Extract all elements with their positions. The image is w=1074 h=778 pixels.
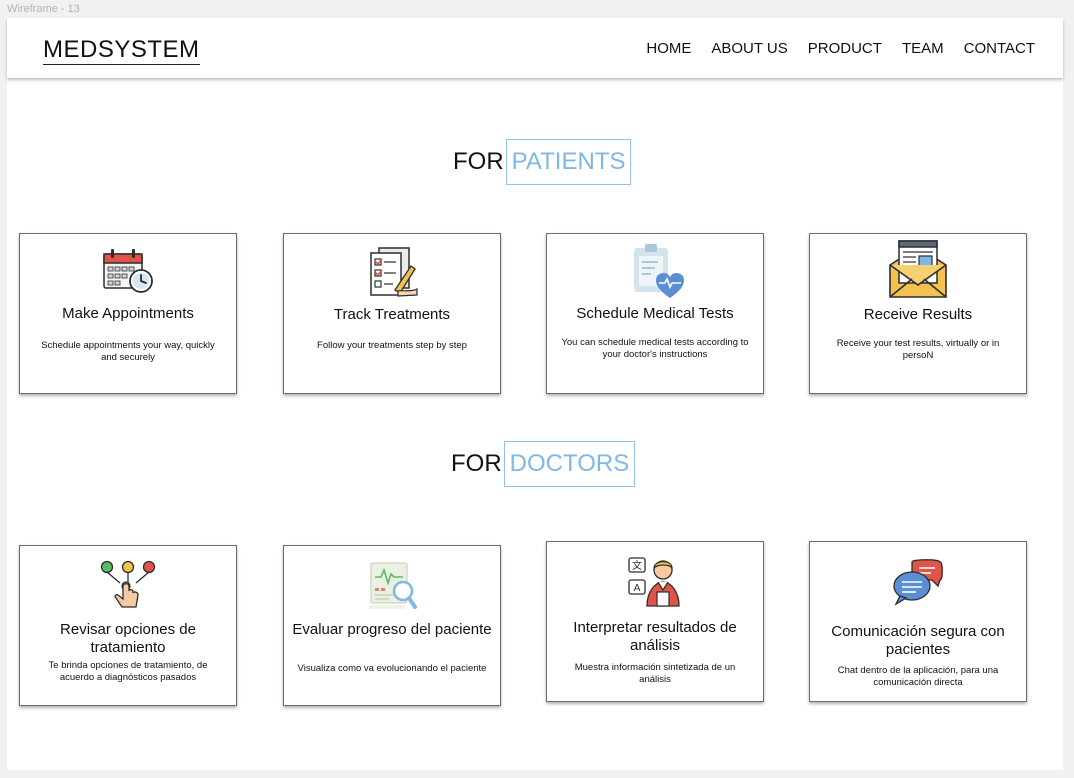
- feature-card-schedule-medical-tests[interactable]: Schedule Medical Tests You can schedule …: [546, 233, 764, 394]
- feature-card-evaluar-progreso[interactable]: Evaluar progreso del paciente Visualiza …: [283, 545, 501, 706]
- card-description: Schedule appointments your way, quickly …: [41, 340, 215, 363]
- nav-home[interactable]: HOME: [646, 40, 691, 58]
- card-title: Make Appointments: [62, 305, 194, 322]
- patients-section-title: FOR PATIENTS: [453, 139, 632, 185]
- doctors-section-title: FOR DOCTORS: [451, 441, 636, 487]
- checklist-pen-icon: [365, 246, 419, 298]
- report-magnifier-icon: [365, 559, 419, 611]
- card-description: Chat dentro de la aplicación, para una c…: [837, 665, 999, 688]
- main-nav: HOME ABOUT US PRODUCT TEAM CONTACT: [646, 40, 1035, 58]
- doctors-title-accent: DOCTORS: [503, 441, 636, 487]
- card-title: Evaluar progreso del paciente: [292, 621, 492, 638]
- card-title: Interpretar resultados de análisis: [573, 619, 737, 654]
- brand-logo[interactable]: MEDSYSTEM: [43, 37, 200, 65]
- nav-team[interactable]: TEAM: [902, 40, 944, 58]
- doctors-title-prefix: FOR: [451, 450, 502, 477]
- feature-card-receive-results[interactable]: Receive Results Receive your test result…: [809, 233, 1027, 394]
- card-title: Revisar opciones de tratamiento: [60, 621, 196, 656]
- frame-label: Wireframe - 13: [7, 3, 80, 15]
- nav-contact[interactable]: CONTACT: [964, 40, 1035, 58]
- card-description: Te brinda opciones de tratamiento, de ac…: [48, 660, 208, 683]
- card-title: Track Treatments: [333, 306, 451, 323]
- card-description: Muestra información sintetizada de un an…: [574, 662, 736, 685]
- envelope-letter-icon: [888, 239, 948, 299]
- svg-text:文: 文: [632, 559, 642, 572]
- nav-about-us[interactable]: ABOUT US: [711, 40, 787, 58]
- card-description: Receive your test results, virtually or …: [836, 338, 1000, 361]
- feature-card-comunicacion-segura[interactable]: Comunicación segura con pacientes Chat d…: [809, 541, 1027, 702]
- card-description: Follow your treatments step by step: [317, 340, 467, 351]
- navbar: MEDSYSTEM HOME ABOUT US PRODUCT TEAM CON…: [7, 18, 1063, 78]
- clipboard-heart-icon: [625, 242, 685, 300]
- calendar-clock-icon: [101, 246, 155, 296]
- doctor-translate-icon: 文 A: [627, 556, 683, 608]
- feature-card-revisar-opciones[interactable]: Revisar opciones de tratamiento Te brind…: [19, 545, 237, 706]
- card-title: Receive Results: [863, 306, 973, 323]
- feature-card-interpretar-resultados[interactable]: 文 A Interpretar resultados de análisis M…: [546, 541, 764, 702]
- page-frame: MEDSYSTEM HOME ABOUT US PRODUCT TEAM CON…: [7, 18, 1063, 770]
- card-title: Schedule Medical Tests: [576, 305, 734, 322]
- card-description: You can schedule medical tests according…: [561, 337, 749, 360]
- feature-card-make-appointments[interactable]: Make Appointments Schedule appointments …: [19, 233, 237, 394]
- patients-title-accent: PATIENTS: [505, 139, 632, 185]
- hand-choice-icon: [100, 559, 156, 611]
- feature-card-track-treatments[interactable]: Track Treatments Follow your treatments …: [283, 233, 501, 394]
- card-title: Comunicación segura con pacientes: [831, 623, 1005, 658]
- card-description: Visualiza como va evolucionando el pacie…: [297, 663, 487, 674]
- nav-product[interactable]: PRODUCT: [808, 40, 882, 58]
- patients-title-prefix: FOR: [453, 148, 504, 175]
- svg-text:A: A: [634, 583, 641, 594]
- chat-bubbles-icon: [892, 558, 944, 606]
